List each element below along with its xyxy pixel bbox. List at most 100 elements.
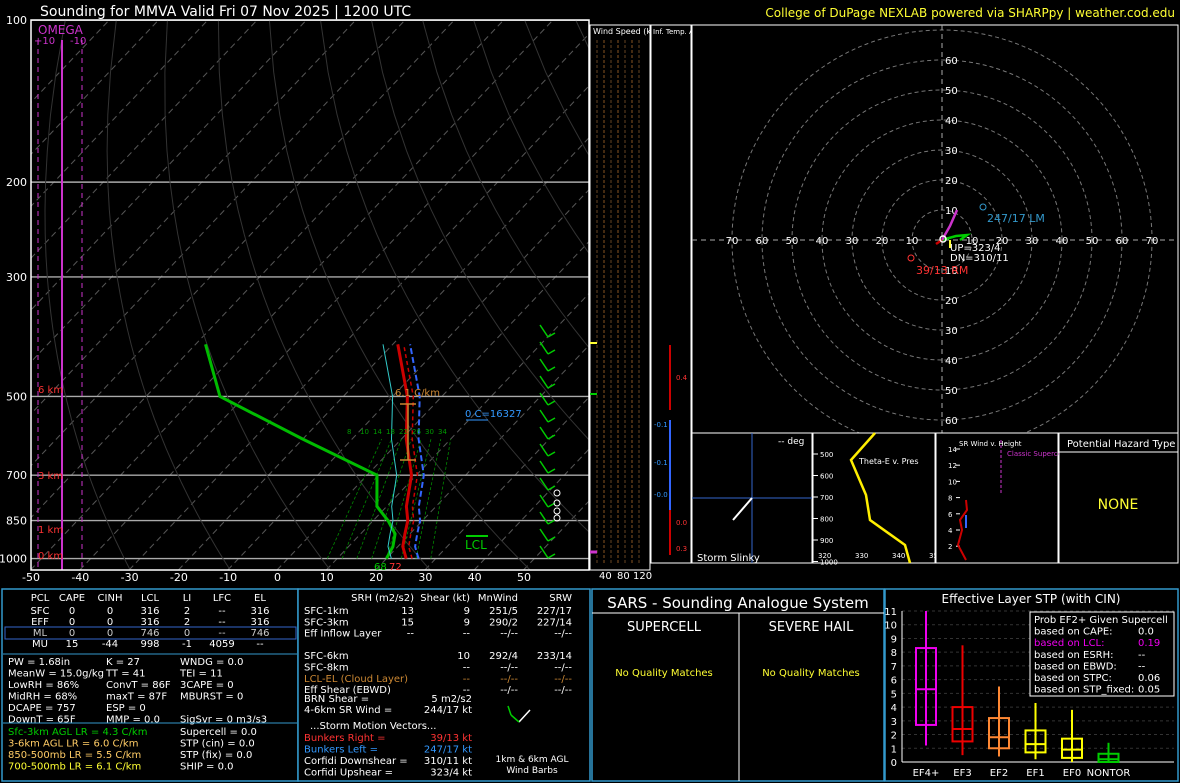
theta-pressure-tick: 700	[820, 494, 833, 502]
mixing-ratio-label: 34	[438, 428, 447, 436]
severe-index: STP (fix) = 0.0	[180, 750, 252, 761]
stp-legend-value: --	[1138, 661, 1146, 672]
height-1km: 1 km	[38, 525, 63, 536]
sars-hail-heading: SEVERE HAIL	[769, 620, 854, 635]
hodograph-ring-label: 40	[945, 356, 958, 367]
temperature-tick-label: 0	[274, 571, 281, 584]
dry-adiabat-line	[106, 20, 231, 570]
kinematic-row-label: LCL-EL (Cloud Layer)	[304, 674, 408, 685]
thermo-cell: 316	[140, 606, 159, 617]
theta-pressure-tick: 900	[820, 537, 833, 545]
sr46-label: 4-6km SR Wind =	[304, 705, 392, 716]
freezing-level-label: 0 C=16327	[465, 409, 522, 420]
stp-category-label: EF0	[1063, 768, 1081, 779]
wind-barb-flag	[547, 553, 556, 559]
temperature-tick-label: -40	[71, 571, 89, 584]
stp-legend-value: 0.05	[1138, 685, 1160, 696]
kinematic-cell: 227/17	[537, 606, 572, 617]
kinematic-header: SRH (m2/s2)	[351, 593, 414, 604]
srwind-height-tick: 14	[948, 446, 957, 454]
thermo-index: MBURST = 0	[180, 692, 243, 703]
hodograph-ring-label: 20	[945, 176, 958, 187]
kinematic-cell: --/--	[500, 629, 518, 640]
hodograph-ring-label: 20	[876, 236, 889, 247]
stp-y-tick: 7	[891, 662, 897, 673]
wind-speed-tick-120: 120	[633, 571, 652, 582]
wind-barb-flag	[547, 485, 556, 491]
hodograph-ring-label: 20	[945, 296, 958, 307]
thermo-panel: PCL CAPE CINH LCL LI LFC ELSFC 0 0 316 2 -- 316EFF 0 0…	[1, 588, 299, 782]
wind-barb	[539, 392, 549, 406]
stp-category-label: EF1	[1026, 768, 1044, 779]
temperature-tick-label: 40	[468, 571, 482, 584]
srwind-height-tick: 4	[948, 527, 953, 535]
thermo-cell: 15	[66, 639, 79, 650]
mixing-ratio-label: 18	[386, 428, 395, 436]
barb-caption-1: 1km & 6km AGL	[496, 755, 569, 765]
thermo-cell: 0	[107, 628, 113, 639]
theta-pressure-tick: 800	[820, 516, 833, 524]
isotherm-line	[31, 20, 307, 311]
stp-category-label: NONTOR	[1087, 768, 1131, 779]
kinematic-cell: --/--	[554, 685, 572, 696]
wind-barb-flag	[547, 434, 556, 440]
stp-y-tick: 3	[891, 717, 897, 728]
thermo-index: TT = 41	[105, 669, 146, 680]
wind-barb	[539, 511, 549, 525]
kinematic-cell: 292/4	[489, 651, 518, 662]
thermo-cell: 0	[107, 617, 113, 628]
storm-motion-label: Corfidi Downshear =	[304, 756, 408, 767]
storm-motion-value: 247/17 kt	[424, 745, 472, 756]
mixing-ratio-label: 30	[425, 428, 434, 436]
kinematic-cell: 13	[401, 606, 414, 617]
stp-legend-label: based on CAPE:	[1034, 627, 1113, 638]
sars-title: SARS - Sounding Analogue System	[607, 594, 868, 612]
hodograph-ring-label: 60	[945, 416, 958, 427]
wind-barb	[539, 409, 549, 423]
hodograph-ring-label: 10	[906, 236, 919, 247]
thermo-index: WNDG = 0.0	[180, 657, 243, 668]
sharppy-display: Sounding for MMVA Valid Fri 07 Nov 2025 …	[0, 4, 1179, 782]
wind-barb	[539, 341, 549, 355]
height-0km: 0 km	[38, 551, 63, 562]
hodograph-ring-label: 50	[945, 86, 958, 97]
stp-title: Effective Layer STP (with CIN)	[942, 592, 1121, 606]
sars-supercell-heading: SUPERCELL	[627, 620, 702, 635]
wind-barb	[539, 460, 549, 474]
height-6km: 6 km	[38, 385, 63, 396]
right-mover-label: 39/13 RM	[916, 264, 968, 277]
thermo-cell: 0	[69, 617, 75, 628]
stp-legend-value: --	[1138, 650, 1146, 661]
credit-text: College of DuPage NEXLAB powered via SHA…	[765, 6, 1175, 20]
wind-barb	[539, 443, 549, 457]
thermo-index: MidRH = 68%	[8, 692, 77, 703]
stp-legend-value: 0.06	[1138, 673, 1160, 684]
inf-temp-value: -0.1	[654, 421, 668, 429]
dewpoint-profile	[204, 343, 397, 560]
thermo-cell: 998	[140, 639, 159, 650]
mixing-ratio-label: 22	[399, 428, 408, 436]
stp-y-tick: 0	[891, 758, 897, 769]
hodograph-ring-label: 40	[816, 236, 829, 247]
kinematic-cell: 10	[457, 651, 470, 662]
dry-adiabat-line	[268, 20, 531, 570]
sars-hail-result: No Quality Matches	[762, 668, 860, 679]
storm-motion-title: ...Storm Motion Vectors...	[310, 721, 436, 732]
thermo-index: PW = 1.68in	[8, 657, 70, 668]
surface-dewpoint-label: 68	[374, 562, 387, 573]
lapse-rate: 700-500mb LR = 6.1 C/km	[8, 762, 141, 773]
wind-barb	[539, 426, 549, 440]
kinematic-cell: --/--	[500, 685, 518, 696]
pressure-tick-label: 200	[6, 176, 27, 189]
thermo-cell: 0	[69, 606, 75, 617]
kinematic-row-label: SFC-8km	[304, 663, 349, 674]
thermo-header: CINH	[98, 593, 123, 604]
thermo-index: SigSvr = 0 m3/s3	[180, 715, 267, 726]
isotherm-line	[128, 85, 589, 570]
sr46-value: 244/17 kt	[424, 705, 472, 716]
theta-title: Theta-E v. Pres	[858, 457, 919, 466]
wind-barb	[539, 324, 549, 338]
thermo-cell: --	[218, 628, 226, 639]
barb-caption-2: Wind Barbs	[506, 766, 558, 776]
dry-adiabat-line	[217, 20, 431, 570]
